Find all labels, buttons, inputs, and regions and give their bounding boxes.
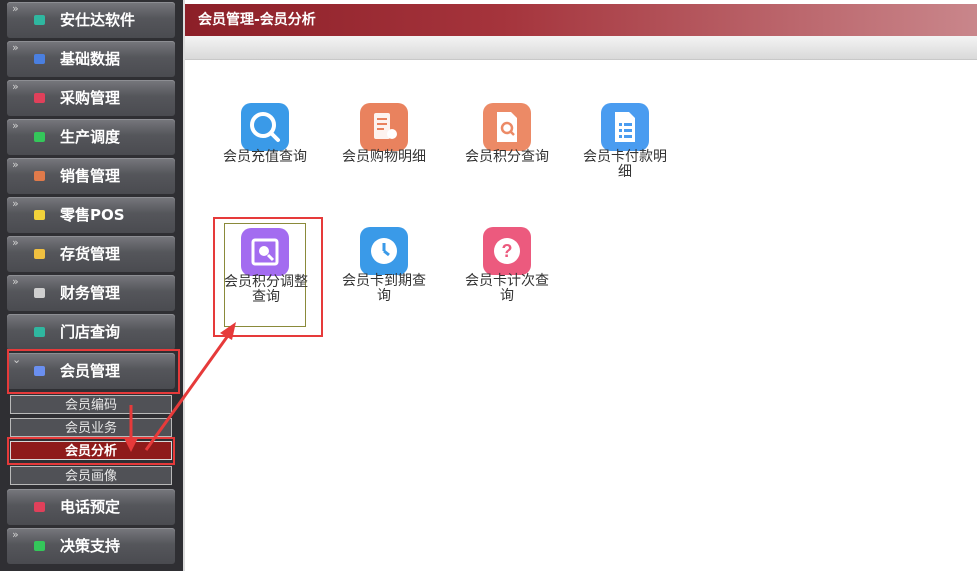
- svg-text:?: ?: [502, 241, 513, 261]
- menu-label: 财务管理: [60, 284, 121, 302]
- clock-icon: [360, 227, 408, 275]
- frame-search-icon: [241, 228, 289, 276]
- chevron-double-icon: »: [12, 119, 19, 132]
- menu-label: 安仕达软件: [60, 11, 136, 29]
- pos-icon: [34, 210, 45, 220]
- chevron-double-icon: »: [12, 528, 19, 541]
- finance-icon: [34, 288, 45, 298]
- menu-item-phone-booking[interactable]: 电话预定: [7, 489, 175, 525]
- phone-icon: [34, 502, 45, 512]
- submenu-member-business[interactable]: 会员业务: [10, 418, 172, 437]
- tile-label: 会员卡到期查询: [342, 273, 426, 304]
- tile-label: 会员卡计次查询: [465, 273, 549, 304]
- chevron-double-icon: »: [12, 236, 19, 249]
- sales-icon: [34, 171, 45, 181]
- list-doc-icon: [601, 103, 649, 151]
- menu-label: 存货管理: [60, 245, 121, 263]
- receipt-icon: [360, 103, 408, 151]
- sidebar: » 安仕达软件 » 基础数据 » 采购管理 » 生产调度 » 销售管理 » 零售…: [0, 0, 183, 571]
- page-title: 会员管理-会员分析: [198, 12, 316, 28]
- menu-label: 生产调度: [60, 128, 121, 146]
- menu-item-purchase[interactable]: » 采购管理: [7, 80, 175, 116]
- tile-member-points-adjust-query[interactable]: 会员积分调整查询: [224, 223, 308, 327]
- menu-label: 会员管理: [60, 362, 121, 380]
- chevron-double-icon: »: [12, 2, 19, 15]
- menu-label: 销售管理: [60, 167, 121, 185]
- data-icon: [34, 54, 45, 64]
- submenu-member-code[interactable]: 会员编码: [10, 395, 172, 414]
- inventory-icon: [34, 249, 45, 259]
- menu-item-finance[interactable]: » 财务管理: [7, 275, 175, 311]
- production-icon: [34, 132, 45, 142]
- tile-label: 会员充值查询: [223, 149, 307, 165]
- question-icon: ?: [483, 227, 531, 275]
- search-icon: [241, 103, 289, 151]
- menu-item-anshida-software[interactable]: » 安仕达软件: [7, 2, 175, 38]
- purchase-icon: [34, 93, 45, 103]
- chevron-down-icon: ⌄: [12, 353, 22, 366]
- tile-member-card-count-query[interactable]: ? 会员卡计次查询: [459, 227, 555, 307]
- chevron-double-icon: »: [12, 197, 19, 210]
- chevron-double-icon: »: [12, 80, 19, 93]
- menu-item-inventory[interactable]: » 存货管理: [7, 236, 175, 272]
- decision-icon: [34, 541, 45, 551]
- menu-item-store-query[interactable]: 门店查询: [7, 314, 175, 350]
- doc-search-icon: [483, 103, 531, 151]
- tile-member-points-query[interactable]: 会员积分查询: [459, 103, 555, 183]
- store-icon: [34, 327, 45, 337]
- app-icon: [34, 15, 45, 25]
- menu-label: 基础数据: [60, 50, 121, 68]
- tile-label: 会员购物明细: [342, 149, 426, 165]
- menu-item-pos[interactable]: » 零售POS: [7, 197, 175, 233]
- menu-item-decision-support[interactable]: » 决策支持: [7, 528, 175, 564]
- tile-label: 会员积分查询: [465, 149, 549, 165]
- chevron-double-icon: »: [12, 275, 19, 288]
- menu-item-basic-data[interactable]: » 基础数据: [7, 41, 175, 77]
- tile-member-card-expiry-query[interactable]: 会员卡到期查询: [336, 227, 432, 307]
- menu-item-sales[interactable]: » 销售管理: [7, 158, 175, 194]
- menu-label: 电话预定: [60, 498, 121, 516]
- chevron-double-icon: »: [12, 158, 19, 171]
- menu-label: 零售POS: [60, 206, 125, 224]
- menu-item-production[interactable]: » 生产调度: [7, 119, 175, 155]
- menu-label: 决策支持: [60, 537, 121, 555]
- tile-member-recharge-query[interactable]: 会员充值查询: [217, 103, 313, 183]
- submenu-member-portrait[interactable]: 会员画像: [10, 466, 172, 485]
- chevron-double-icon: »: [12, 41, 19, 54]
- member-icon: [34, 366, 45, 376]
- tile-member-shopping-detail[interactable]: 会员购物明细: [336, 103, 432, 183]
- page-header: 会员管理-会员分析: [185, 4, 977, 36]
- tile-member-card-payment-detail[interactable]: 会员卡付款明细: [577, 103, 673, 183]
- menu-label: 采购管理: [60, 89, 121, 107]
- menu-item-member-management[interactable]: ⌄ 会员管理: [7, 353, 175, 389]
- toolbar: [185, 36, 977, 60]
- submenu-member-analysis[interactable]: 会员分析: [10, 441, 172, 460]
- tile-label: 会员积分调整查询: [224, 274, 308, 305]
- tile-label: 会员卡付款明细: [583, 149, 667, 180]
- sidebar-divider: [183, 0, 185, 571]
- menu-label: 门店查询: [60, 323, 121, 341]
